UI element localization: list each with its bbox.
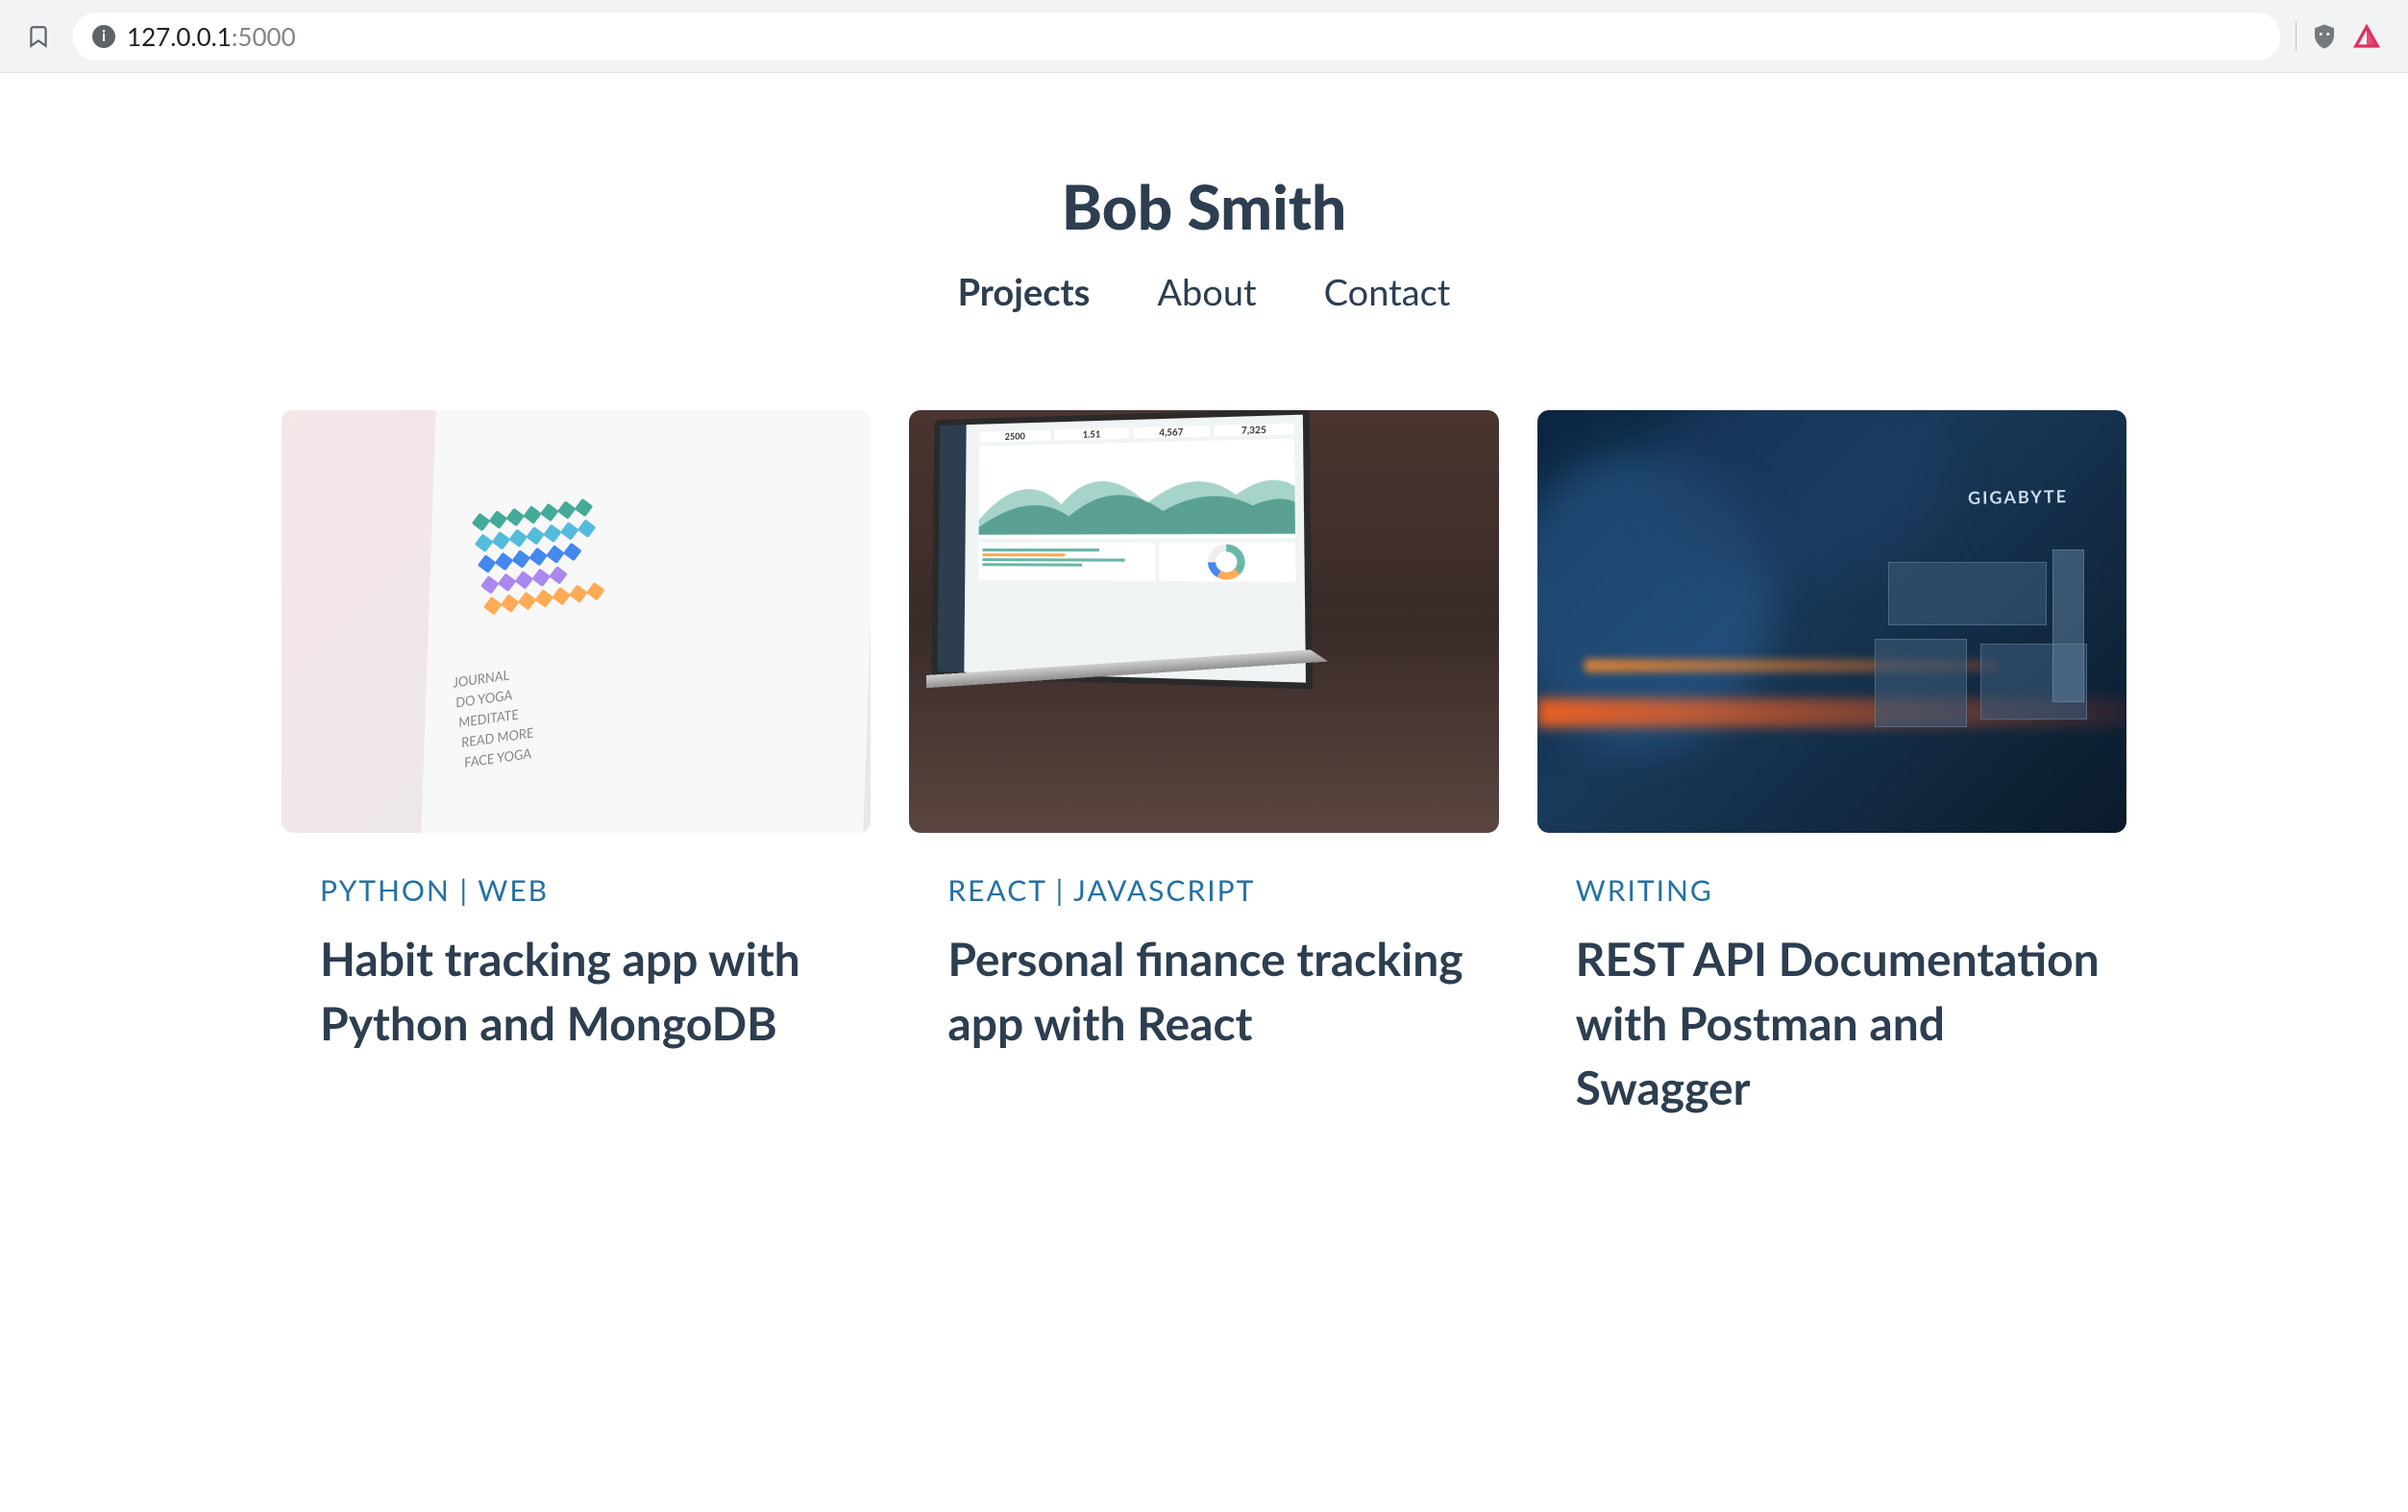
projects-grid: JOURNAL DO YOGA MEDITATE READ MORE FACE … — [282, 410, 2126, 1121]
nav-link-projects[interactable]: Projects — [958, 270, 1091, 314]
site-header: Bob Smith Projects About Contact — [282, 169, 2126, 314]
divider — [2296, 22, 2297, 51]
project-card-title: REST API Documentation with Postman and … — [1537, 927, 2126, 1121]
project-card-image: GIGABYTE — [1537, 410, 2126, 833]
project-card-image: JOURNAL DO YOGA MEDITATE READ MORE FACE … — [282, 410, 871, 833]
project-card-category: PYTHON | WEB — [282, 873, 871, 908]
project-card-category: WRITING — [1537, 873, 2126, 908]
main-nav: Projects About Contact — [282, 270, 2126, 314]
nav-link-about[interactable]: About — [1157, 270, 1256, 314]
page-content: Bob Smith Projects About Contact JOURNAL… — [147, 73, 2261, 1121]
project-card[interactable]: GIGABYTE WRITING REST API Documentation … — [1537, 410, 2126, 1121]
brand-label: GIGABYTE — [1967, 485, 2067, 508]
url-text: 127.0.0.1:5000 — [127, 21, 296, 52]
project-card-title: Habit tracking app with Python and Mongo… — [282, 927, 871, 1056]
brave-triangle-icon[interactable] — [2352, 22, 2381, 51]
address-bar[interactable]: i 127.0.0.1:5000 — [73, 12, 2280, 61]
project-card-title: Personal finance tracking app with React — [909, 927, 1498, 1056]
nav-link-contact[interactable]: Contact — [1324, 270, 1451, 314]
browser-chrome: i 127.0.0.1:5000 — [0, 0, 2408, 73]
project-card-image: 2500 1.51 4,567 7,325 — [909, 410, 1498, 833]
bookmark-icon[interactable] — [19, 17, 58, 56]
project-card[interactable]: 2500 1.51 4,567 7,325 — [909, 410, 1498, 1121]
project-card-category: REACT | JAVASCRIPT — [909, 873, 1498, 908]
site-info-icon[interactable]: i — [92, 25, 115, 48]
browser-extensions — [2296, 22, 2389, 51]
project-card[interactable]: JOURNAL DO YOGA MEDITATE READ MORE FACE … — [282, 410, 871, 1121]
brave-shield-icon[interactable] — [2310, 22, 2339, 51]
site-title: Bob Smith — [282, 169, 2126, 243]
